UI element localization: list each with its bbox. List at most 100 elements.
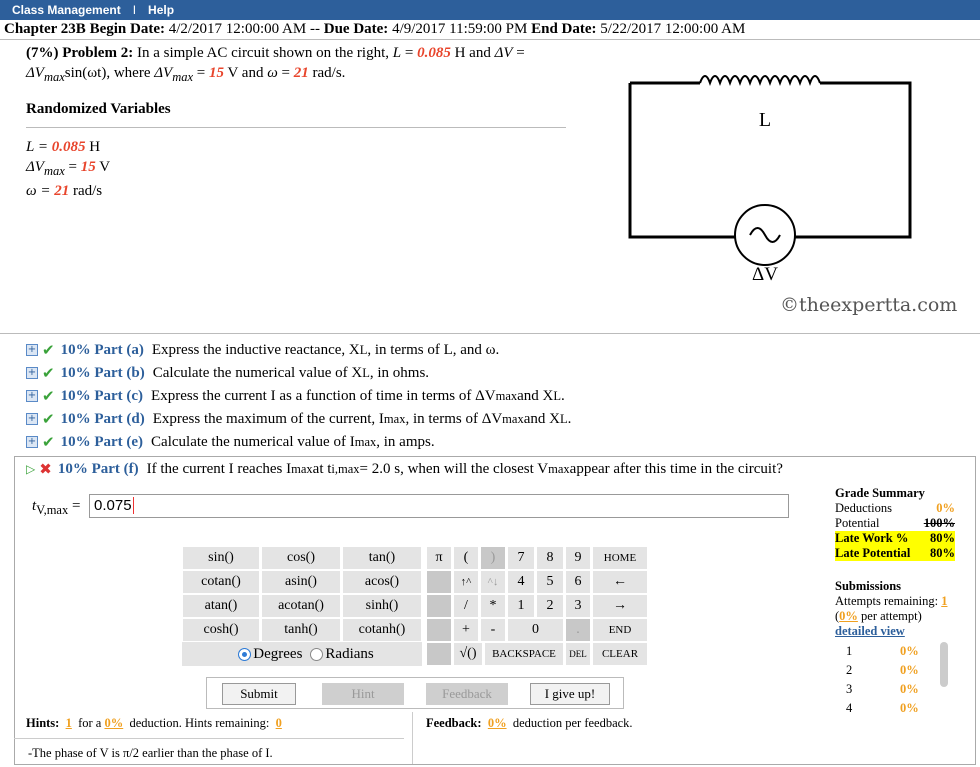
key-acotan[interactable]: acotan()	[261, 594, 341, 618]
check-icon: ✔	[42, 341, 55, 359]
key-cotanh[interactable]: cotanh()	[342, 618, 422, 642]
check-icon: ✔	[42, 364, 55, 382]
grade-summary: Grade Summary Deductions 0% Potential 100%…	[835, 486, 955, 561]
expand-icon[interactable]: +	[26, 436, 38, 448]
key-0[interactable]: 0	[507, 618, 564, 642]
key-acos[interactable]: acos()	[342, 570, 422, 594]
check-icon: ✔	[42, 433, 55, 451]
attempts-list: 1 0% 2 0% 3 0% 4 0%	[846, 644, 919, 715]
part-e[interactable]: + ✔ 10% Part (e) Calculate the numerical v…	[26, 432, 435, 452]
part-d[interactable]: + ✔ 10% Part (d) Express the maximum of th…	[26, 409, 571, 429]
key-blank	[426, 642, 452, 666]
expand-icon[interactable]: +	[26, 367, 38, 379]
check-icon: ✔	[42, 410, 55, 428]
key-2[interactable]: 2	[536, 594, 564, 618]
key-3[interactable]: 3	[565, 594, 591, 618]
key-minus[interactable]: -	[480, 618, 506, 642]
detailed-view-link[interactable]: detailed view	[835, 624, 905, 638]
key-7[interactable]: 7	[507, 546, 535, 570]
key-subscript[interactable]: ^↓	[480, 570, 506, 594]
key-plus[interactable]: +	[453, 618, 479, 642]
give-up-button[interactable]: I give up!	[530, 683, 610, 705]
copyright-watermark: ©theexpertta.com	[780, 294, 958, 316]
key-left-arrow[interactable]: ←	[592, 570, 648, 594]
attempts-scrollbar[interactable]	[940, 642, 948, 687]
expand-icon[interactable]: +	[26, 390, 38, 402]
answer-input[interactable]: 0.075	[89, 494, 789, 518]
key-multiply[interactable]: *	[480, 594, 506, 618]
submit-button[interactable]: Submit	[222, 683, 296, 705]
due-date-label: Due Date:	[323, 21, 389, 37]
key-del[interactable]: DEL	[565, 642, 591, 666]
play-icon: ▷	[26, 462, 36, 476]
hint-text: -The phase of V is π/2 earlier than the …	[28, 746, 273, 760]
key-5[interactable]: 5	[536, 570, 564, 594]
end-date: 5/22/2017 12:00:00 AM	[600, 21, 746, 37]
key-end[interactable]: END	[592, 618, 648, 642]
key-blank	[426, 618, 452, 642]
key-lparen[interactable]: (	[453, 546, 479, 570]
check-icon: ✔	[42, 387, 55, 405]
key-rparen[interactable]: )	[480, 546, 506, 570]
inductor-label: L	[759, 109, 771, 131]
chapter-name: Chapter 23B	[4, 21, 86, 37]
submissions: Submissions Attempts remaining: 1 (0% pe…	[835, 579, 948, 638]
menu-help[interactable]: Help	[148, 3, 174, 17]
expand-icon[interactable]: +	[26, 344, 38, 356]
top-menu-bar: Class Management I Help	[0, 0, 980, 20]
divider	[412, 712, 413, 764]
problem-statement: (7%) Problem 2: In a simple AC circuit s…	[26, 45, 525, 84]
key-1[interactable]: 1	[507, 594, 535, 618]
x-icon: ✖	[39, 460, 52, 478]
part-b[interactable]: + ✔ 10% Part (b) Calculate the numerical v…	[26, 363, 429, 383]
key-cosh[interactable]: cosh()	[182, 618, 260, 642]
chapter-header: Chapter 23B Begin Date: 4/2/2017 12:00:0…	[0, 20, 980, 40]
answer-label: tV,max =	[32, 498, 81, 517]
key-right-arrow[interactable]: →	[592, 594, 648, 618]
key-6[interactable]: 6	[565, 570, 591, 594]
part-a[interactable]: + ✔ 10% Part (a) Express the inductive rea…	[26, 340, 499, 360]
key-pi[interactable]: π	[426, 546, 452, 570]
key-blank	[426, 594, 452, 618]
divider	[26, 127, 566, 128]
key-home[interactable]: HOME	[592, 546, 648, 570]
key-8[interactable]: 8	[536, 546, 564, 570]
key-sqrt[interactable]: √()	[453, 642, 483, 666]
key-9[interactable]: 9	[565, 546, 591, 570]
key-decimal[interactable]: .	[565, 618, 591, 642]
key-tan[interactable]: tan()	[342, 546, 422, 570]
inductor-coil	[699, 75, 821, 86]
part-c[interactable]: + ✔ 10% Part (c) Express the current I as …	[26, 386, 565, 406]
randomized-variables: L = 0.085 H ΔVmax = 15 V ω = 21 rad/s	[26, 139, 111, 199]
key-superscript[interactable]: ↑^	[453, 570, 479, 594]
key-4[interactable]: 4	[507, 570, 535, 594]
randomized-variables-title: Randomized Variables	[26, 101, 171, 117]
divider	[14, 738, 404, 739]
due-date: 4/9/2017 11:59:00 PM	[392, 21, 528, 37]
key-sinh[interactable]: sinh()	[342, 594, 422, 618]
end-date-label: End Date:	[531, 21, 597, 37]
radians-radio[interactable]	[310, 647, 324, 661]
menu-class-management[interactable]: Class Management	[12, 3, 121, 17]
degrees-radio[interactable]	[238, 647, 252, 661]
key-tanh[interactable]: tanh()	[261, 618, 341, 642]
key-cos[interactable]: cos()	[261, 546, 341, 570]
begin-date-label: Begin Date:	[89, 21, 165, 37]
menu-separator: I	[132, 3, 137, 17]
part-f: ▷ ✖ 10% Part (f) If the current I reaches …	[26, 460, 783, 478]
key-divide[interactable]: /	[453, 594, 479, 618]
key-cotan[interactable]: cotan()	[182, 570, 260, 594]
expand-icon[interactable]: +	[26, 413, 38, 425]
key-clear[interactable]: CLEAR	[592, 642, 648, 666]
feedback-info: Feedback: 0% deduction per feedback.	[426, 716, 633, 730]
source-label: ΔV	[752, 264, 778, 285]
key-sin[interactable]: sin()	[182, 546, 260, 570]
key-blank	[426, 570, 452, 594]
key-backspace[interactable]: BACKSPACE	[484, 642, 564, 666]
key-atan[interactable]: atan()	[182, 594, 260, 618]
hints-info: Hints: 1 for a 0% deduction. Hints remai…	[26, 716, 282, 730]
feedback-button[interactable]: Feedback	[426, 683, 508, 705]
key-asin[interactable]: asin()	[261, 570, 341, 594]
angle-mode: Degrees Radians	[182, 642, 422, 666]
hint-button[interactable]: Hint	[322, 683, 404, 705]
